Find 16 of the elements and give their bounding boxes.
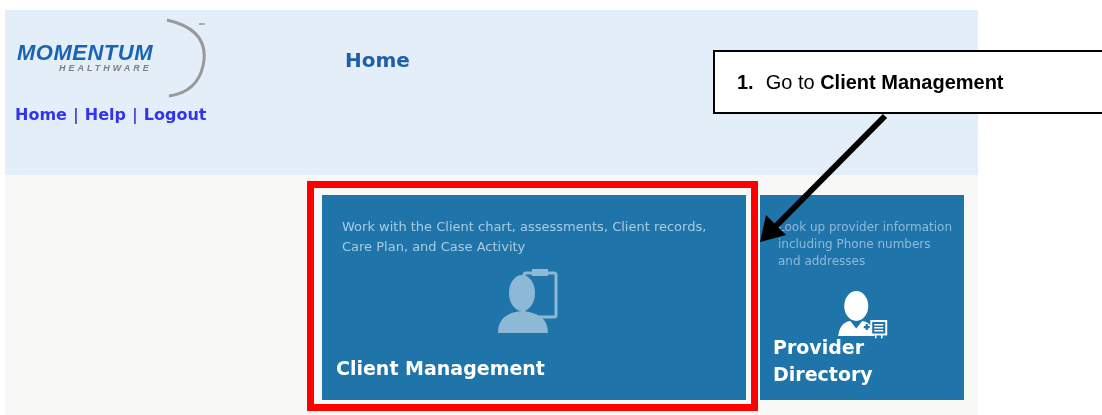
doctor-monitor-icon — [838, 291, 888, 339]
page-title: Home — [345, 48, 410, 74]
nav-separator: | — [72, 105, 79, 124]
nav-link[interactable]: Home — [15, 105, 67, 124]
tile-title: Client Management — [336, 356, 546, 381]
logo-wordmark: MOMENTUM — [17, 41, 153, 64]
nav-link[interactable]: Help — [84, 105, 126, 124]
tile-title: Provider Directory — [773, 335, 874, 387]
logo-tagline: HEALTHWARE — [59, 63, 152, 74]
tile-description: Work with the Client chart, assessments, Client records, Care Plan, and Case Activity — [342, 218, 708, 256]
instruction-text: Go to Client Management — [765, 70, 1004, 94]
nav-link[interactable]: Logout — [143, 105, 207, 124]
module-tile[interactable]: Work with the Client chart, assessments, Client records, Care Plan, and Case Activity Client Management — [322, 195, 746, 400]
person-clipboard-icon — [498, 267, 558, 333]
step-number: 1. — [737, 70, 754, 94]
nav-separator: | — [131, 105, 138, 124]
